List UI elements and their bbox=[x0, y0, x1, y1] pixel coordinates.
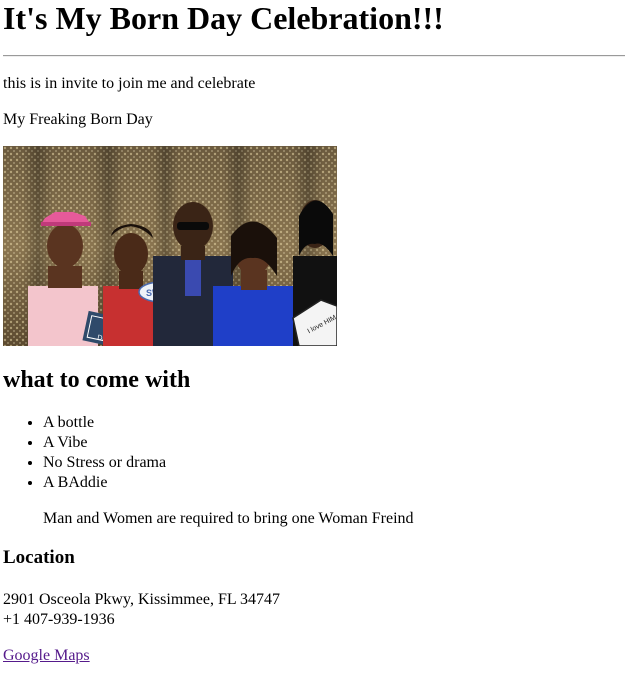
tagline-text: My Freaking Born Day bbox=[3, 111, 153, 128]
list-item: No Stress or drama bbox=[43, 453, 166, 473]
party-photo: YOU DID IT SWEET bbox=[3, 146, 337, 346]
list-item: A Vibe bbox=[43, 433, 166, 453]
address-text: 2901 Osceola Pkwy, Kissimmee, FL 34747 bbox=[3, 591, 281, 608]
bring-note: Man and Women are required to bring one … bbox=[43, 510, 414, 527]
phone-text: +1 407-939-1936 bbox=[3, 611, 115, 628]
bring-section-title: what to come with bbox=[3, 367, 191, 393]
address-block: 2901 Osceola Pkwy, Kissimmee, FL 34747 +… bbox=[3, 590, 280, 630]
invite-text: this is in invite to join me and celebra… bbox=[3, 75, 256, 92]
list-item: A BAddie bbox=[43, 473, 166, 493]
party-photo-svg: YOU DID IT SWEET bbox=[3, 146, 337, 346]
divider bbox=[3, 55, 625, 57]
location-section-title: Location bbox=[3, 547, 75, 568]
page-title: It's My Born Day Celebration!!! bbox=[3, 0, 444, 36]
list-item: A bottle bbox=[43, 413, 166, 433]
google-maps-link[interactable]: Google Maps bbox=[3, 646, 90, 666]
bring-list: A bottle A Vibe No Stress or drama A BAd… bbox=[3, 413, 166, 493]
